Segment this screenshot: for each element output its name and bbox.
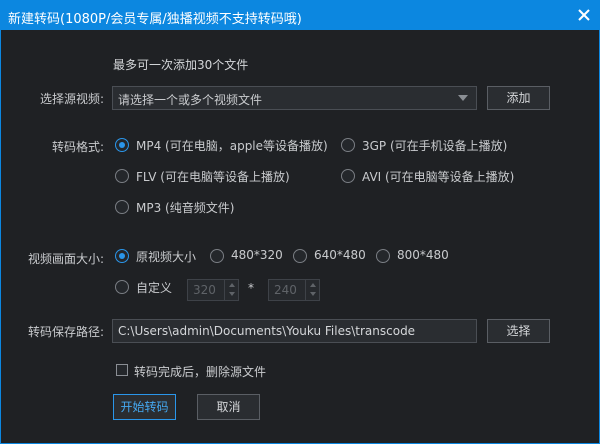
delete-source-label: 转码完成后，删除源文件 [134,365,267,379]
option-avi-label: AVI (可在电脑等设备上播放) [362,170,515,184]
save-path-label: 转码保存路径: [27,325,104,339]
option-mp4-label: MP4 (可在电脑，apple等设备播放) [136,139,328,153]
source-video-select[interactable]: 请选择一个或多个视频文件 [112,86,477,110]
option-original-size-label: 原视频大小 [136,250,197,264]
up-arrow-icon [310,283,316,287]
down-arrow-icon [310,292,316,296]
radio-mp3[interactable] [115,200,129,214]
radio-custom-size[interactable] [115,280,129,294]
option-flv-label: FLV (可在电脑等设备上播放) [136,170,290,184]
up-arrow-icon [229,283,235,287]
radio-480x320[interactable] [210,249,224,263]
radio-original-size[interactable] [115,249,129,263]
file-limit-hint: 最多可一次添加30个文件 [113,58,249,72]
option-800x480-label: 800*480 [397,248,449,262]
radio-flv[interactable] [115,169,129,183]
times-sign: * [248,281,254,295]
custom-height-value: 240 [274,283,297,297]
custom-height-stepper[interactable]: 240 [268,279,320,301]
option-3gp-label: 3GP (可在手机设备上播放) [362,139,508,153]
radio-mp4[interactable] [115,138,129,152]
delete-source-checkbox[interactable] [116,364,128,376]
radio-avi[interactable] [341,169,355,183]
custom-width-value: 320 [193,283,216,297]
option-custom-label: 自定义 [136,281,173,295]
format-label: 转码格式: [51,140,104,154]
cancel-button[interactable]: 取消 [197,394,260,420]
option-480x320-label: 480*320 [231,248,283,262]
radio-640x480[interactable] [293,249,307,263]
close-icon[interactable] [572,3,596,27]
save-path-field[interactable]: C:\Users\admin\Documents\Youku Files\tra… [112,319,477,343]
title-bar: 新建转码(1080P/会员专属/独播视频不支持转码哦) [0,0,600,30]
choose-folder-button[interactable]: 选择 [487,319,550,343]
add-button[interactable]: 添加 [487,86,550,110]
custom-width-stepper[interactable]: 320 [187,279,239,301]
radio-3gp[interactable] [341,138,355,152]
chevron-down-icon [458,95,468,101]
option-mp3-label: MP3 (纯音频文件) [136,201,235,215]
start-transcode-button[interactable]: 开始转码 [113,394,176,420]
width-stepper-arrows[interactable] [224,280,238,300]
down-arrow-icon [229,292,235,296]
radio-800x480[interactable] [376,249,390,263]
source-label: 选择源视频: [39,92,104,106]
save-path-value: C:\Users\admin\Documents\Youku Files\tra… [118,324,416,338]
size-label: 视频画面大小: [27,252,104,266]
option-640x480-label: 640*480 [314,248,366,262]
source-select-value: 请选择一个或多个视频文件 [118,93,263,107]
height-stepper-arrows[interactable] [305,280,319,300]
window-title: 新建转码(1080P/会员专属/独播视频不支持转码哦) [8,12,302,27]
